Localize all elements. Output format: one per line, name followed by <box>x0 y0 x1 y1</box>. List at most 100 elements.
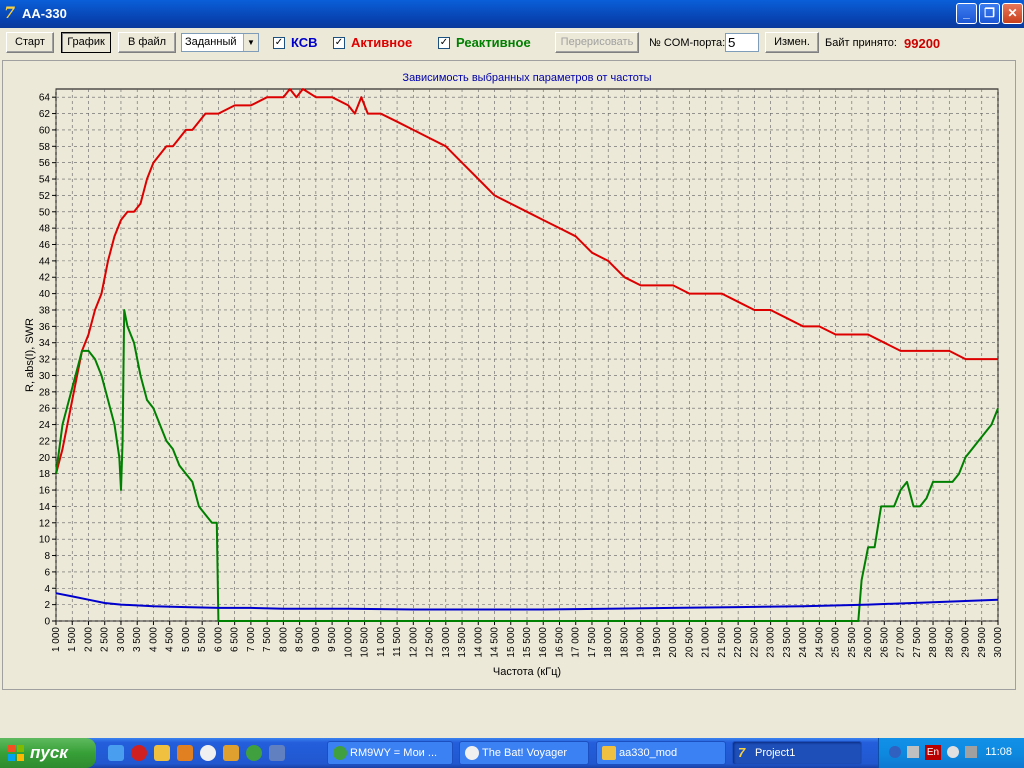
x-tick-label: 15 500 <box>522 627 533 658</box>
y-tick-label: 64 <box>39 93 51 104</box>
redraw-button[interactable]: Перерисовать <box>555 32 639 53</box>
chevron-down-icon[interactable]: ▼ <box>243 34 258 51</box>
x-tick-label: 25 500 <box>847 627 858 658</box>
swr-label: КСВ <box>291 35 318 50</box>
system-tray: En 11:08 <box>878 738 1024 768</box>
x-tick-label: 26 000 <box>863 627 874 658</box>
reactive-label: Реактивное <box>456 35 531 50</box>
x-tick-label: 26 500 <box>879 627 890 658</box>
reactive-checkbox[interactable]: ✓ <box>438 37 450 49</box>
x-tick-label: 6 500 <box>230 627 241 652</box>
close-app-icon[interactable] <box>131 745 147 761</box>
start-button[interactable]: Старт <box>6 32 54 53</box>
y-tick-label: 6 <box>44 567 50 578</box>
opera-icon[interactable] <box>200 745 216 761</box>
x-tick-label: 8 500 <box>295 627 306 652</box>
x-tick-label: 3 000 <box>116 627 127 652</box>
y-tick-label: 50 <box>39 207 51 218</box>
x-tick-label: 12 500 <box>425 627 436 658</box>
y-tick-label: 24 <box>39 420 51 431</box>
title-bar[interactable]: 7 AA-330 _ ❐ ✕ <box>0 0 1024 28</box>
x-tick-label: 23 000 <box>766 627 777 658</box>
close-button[interactable]: ✕ <box>1002 3 1023 24</box>
x-tick-label: 20 000 <box>668 627 679 658</box>
graph-button[interactable]: График <box>61 32 111 53</box>
y-tick-label: 22 <box>39 436 51 447</box>
x-tick-label: 19 500 <box>652 627 663 658</box>
x-tick-label: 11 000 <box>376 627 387 657</box>
bat-icon <box>465 746 479 760</box>
chrome-icon[interactable] <box>246 745 262 761</box>
y-tick-label: 52 <box>39 191 51 202</box>
x-tick-label: 5 500 <box>197 627 208 652</box>
taskbar-item-aa330-mod[interactable]: aa330_mod <box>596 741 726 765</box>
x-tick-label: 23 500 <box>782 627 793 658</box>
bat-icon[interactable] <box>177 745 193 761</box>
y-tick-label: 2 <box>44 600 50 611</box>
x-tick-label: 18 000 <box>603 627 614 658</box>
y-tick-label: 56 <box>39 158 51 169</box>
folder-icon <box>602 746 616 760</box>
x-tick-label: 11 500 <box>392 627 403 657</box>
y-tick-label: 18 <box>39 469 51 480</box>
taskbar: пуск RM9WY = Мои ... The Bat! Voyager aa… <box>0 738 1024 768</box>
y-tick-label: 12 <box>39 518 51 529</box>
y-tick-label: 42 <box>39 273 51 284</box>
minimize-button[interactable]: _ <box>956 3 977 24</box>
bytes-received-label: Байт принято: <box>825 37 897 49</box>
taskbar-item-project1[interactable]: 7 Project1 <box>732 741 862 765</box>
maximize-button[interactable]: ❐ <box>979 3 1000 24</box>
language-indicator[interactable]: En <box>925 745 941 760</box>
ie-icon[interactable] <box>108 745 124 761</box>
x-tick-label: 28 000 <box>928 627 939 658</box>
x-tick-label: 2 000 <box>83 627 94 652</box>
x-tick-label: 28 500 <box>944 627 955 658</box>
start-label: пуск <box>30 743 68 762</box>
y-tick-label: 20 <box>39 453 51 464</box>
bytes-received-value: 99200 <box>904 36 941 51</box>
taskbar-item-the-bat[interactable]: The Bat! Voyager <box>459 741 589 765</box>
range-combo[interactable]: Заданный ▼ <box>181 33 259 52</box>
y-tick-label: 36 <box>39 322 51 333</box>
x-tick-label: 3 500 <box>132 627 143 652</box>
x-tick-label: 10 500 <box>360 627 371 658</box>
x-tick-label: 29 000 <box>961 627 972 658</box>
x-tick-label: 12 000 <box>408 627 419 658</box>
active-checkbox[interactable]: ✓ <box>333 37 345 49</box>
x-tick-label: 9 500 <box>327 627 338 652</box>
aa330-app-icon[interactable]: 7 <box>4 4 20 22</box>
x-tick-label: 17 000 <box>571 627 582 658</box>
x-axis-label: Частота (кГц) <box>493 666 561 678</box>
taskbar-item-chrome[interactable]: RM9WY = Мои ... <box>327 741 453 765</box>
swr-checkbox[interactable]: ✓ <box>273 37 285 49</box>
x-tick-label: 14 500 <box>490 627 501 658</box>
com-port-label: № COM-порта: <box>649 37 726 49</box>
x-tick-label: 29 500 <box>977 627 988 658</box>
range-combo-value: Заданный <box>185 36 237 48</box>
x-tick-label: 1 000 <box>51 627 62 652</box>
bluetooth-icon[interactable] <box>889 746 901 758</box>
volume-icon[interactable] <box>947 746 959 758</box>
network-icon[interactable] <box>907 746 919 758</box>
editor-icon[interactable] <box>223 745 239 761</box>
y-axis-label: R, abs(I), SWR <box>24 318 36 392</box>
y-tick-label: 60 <box>39 125 51 136</box>
change-button[interactable]: Измен. <box>765 32 819 53</box>
com-port-input[interactable] <box>725 33 759 52</box>
x-tick-label: 13 500 <box>457 627 468 658</box>
y-tick-label: 26 <box>39 404 51 415</box>
x-tick-label: 22 500 <box>749 627 760 658</box>
folder-icon[interactable] <box>154 745 170 761</box>
y-tick-label: 28 <box>39 387 51 398</box>
x-tick-label: 2 500 <box>100 627 111 652</box>
clock: 11:08 <box>985 746 1012 758</box>
start-button[interactable]: пуск <box>0 738 96 768</box>
to-file-button[interactable]: В файл <box>118 32 176 53</box>
x-tick-label: 24 500 <box>814 627 825 658</box>
y-tick-label: 58 <box>39 142 51 153</box>
settings-icon[interactable] <box>269 745 285 761</box>
power-icon[interactable] <box>965 746 977 758</box>
y-tick-label: 46 <box>39 240 51 251</box>
chrome-icon <box>333 746 347 760</box>
y-tick-label: 14 <box>39 502 51 513</box>
